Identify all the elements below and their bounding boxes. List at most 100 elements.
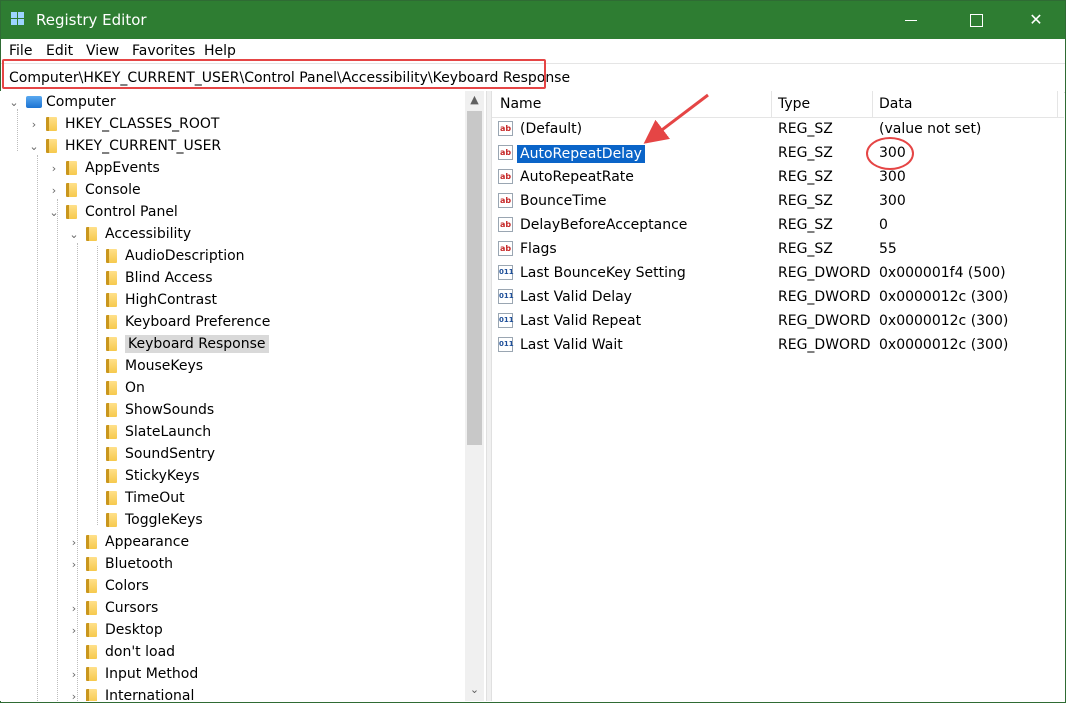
chevron-down-icon[interactable]: ⌄	[48, 206, 60, 219]
value-name: Flags	[520, 241, 557, 257]
close-button[interactable]: ✕	[1013, 1, 1059, 39]
tree-node-stickykeys[interactable]: StickyKeys	[106, 466, 200, 486]
tree-node-international[interactable]: › International	[68, 686, 194, 701]
column-header-type[interactable]: Type	[778, 96, 810, 112]
maximize-button[interactable]	[953, 1, 999, 39]
value-row[interactable]: ab Flags REG_SZ 55	[492, 238, 1064, 262]
value-type: REG_DWORD	[778, 289, 871, 305]
folder-icon	[86, 689, 97, 701]
tree-node-label: HKEY_CURRENT_USER	[65, 138, 222, 154]
value-data: 0x0000012c (300)	[879, 289, 1009, 305]
tree-node-label: Colors	[105, 578, 149, 594]
tree-node-label: Console	[85, 182, 141, 198]
tree-node-cursors[interactable]: › Cursors	[68, 598, 159, 618]
chevron-down-icon[interactable]: ⌄	[28, 140, 40, 153]
scrollbar-thumb[interactable]	[467, 111, 482, 445]
tree-node-label: AppEvents	[85, 160, 160, 176]
tree-node-appearance[interactable]: › Appearance	[68, 532, 189, 552]
column-header-name[interactable]: Name	[500, 96, 541, 112]
value-row-selected[interactable]: ab AutoRepeatDelay REG_SZ 300	[492, 142, 1064, 166]
maximize-icon	[969, 13, 983, 27]
registry-app-icon	[11, 12, 27, 28]
value-type: REG_DWORD	[778, 265, 871, 281]
tree-node-accessibility[interactable]: ⌄ Accessibility	[68, 224, 191, 244]
folder-icon	[86, 601, 97, 615]
tree-node-keyboard-preference[interactable]: Keyboard Preference	[106, 312, 270, 332]
tree-node-computer[interactable]: ⌄ Computer	[8, 92, 115, 112]
minimize-button[interactable]	[888, 1, 934, 39]
chevron-right-icon[interactable]: ›	[28, 118, 40, 131]
tree-node-label: ShowSounds	[125, 402, 215, 418]
value-name: Last Valid Wait	[520, 337, 623, 353]
tree-node-togglekeys[interactable]: ToggleKeys	[106, 510, 203, 530]
tree-node-hkey-current-user[interactable]: ⌄ HKEY_CURRENT_USER	[28, 136, 221, 156]
tree-node-showsounds[interactable]: ShowSounds	[106, 400, 214, 420]
tree-node-audiodescription[interactable]: AudioDescription	[106, 246, 245, 266]
tree-node-label: HKEY_CLASSES_ROOT	[65, 116, 220, 132]
value-type: REG_SZ	[778, 121, 833, 137]
column-header-data[interactable]: Data	[879, 96, 912, 112]
value-row[interactable]: 011 Last Valid Repeat REG_DWORD 0x000001…	[492, 310, 1064, 334]
tree-node-on[interactable]: On	[106, 378, 145, 398]
folder-icon	[106, 271, 117, 285]
folder-icon	[86, 227, 97, 241]
chevron-right-icon[interactable]: ›	[68, 558, 80, 571]
chevron-right-icon[interactable]: ›	[68, 602, 80, 615]
minimize-icon	[905, 19, 917, 21]
tree-node-bluetooth[interactable]: › Bluetooth	[68, 554, 173, 574]
value-row[interactable]: 011 Last BounceKey Setting REG_DWORD 0x0…	[492, 262, 1064, 286]
chevron-down-icon[interactable]: ⌄	[8, 96, 20, 109]
chevron-down-icon[interactable]: ⌄	[68, 228, 80, 241]
tree-node-control-panel[interactable]: ⌄ Control Panel	[48, 202, 178, 222]
tree-node-slatelaunch[interactable]: SlateLaunch	[106, 422, 211, 442]
column-divider[interactable]	[1057, 91, 1058, 117]
menu-help[interactable]: Help	[204, 43, 236, 59]
tree-guide	[17, 109, 18, 151]
tree-node-hkey-classes-root[interactable]: › HKEY_CLASSES_ROOT	[28, 114, 220, 134]
folder-icon	[86, 667, 97, 681]
value-type: REG_SZ	[778, 241, 833, 257]
tree-node-mousekeys[interactable]: MouseKeys	[106, 356, 203, 376]
tree-node-console[interactable]: › Console	[48, 180, 141, 200]
scroll-down-icon[interactable]: ⌄	[465, 681, 484, 699]
chevron-right-icon[interactable]: ›	[48, 184, 60, 197]
tree-node-label: Control Panel	[85, 204, 178, 220]
chevron-right-icon[interactable]: ›	[68, 536, 80, 549]
folder-icon	[106, 491, 117, 505]
tree-node-keyboard-response[interactable]: Keyboard Response	[106, 334, 269, 354]
tree-node-dont-load[interactable]: don't load	[86, 642, 175, 662]
tree-node-input-method[interactable]: › Input Method	[68, 664, 198, 684]
value-row[interactable]: ab BounceTime REG_SZ 300	[492, 190, 1064, 214]
tree-node-highcontrast[interactable]: HighContrast	[106, 290, 217, 310]
tree-node-appevents[interactable]: › AppEvents	[48, 158, 160, 178]
menu-file[interactable]: File	[9, 43, 32, 59]
chevron-right-icon[interactable]: ›	[68, 668, 80, 681]
tree-node-colors[interactable]: Colors	[86, 576, 149, 596]
tree-node-soundsentry[interactable]: SoundSentry	[106, 444, 215, 464]
string-value-icon: ab	[498, 121, 513, 136]
tree-node-blind-access[interactable]: Blind Access	[106, 268, 213, 288]
scroll-up-icon[interactable]: ▲	[465, 91, 484, 109]
value-row[interactable]: ab (Default) REG_SZ (value not set)	[492, 118, 1064, 142]
string-value-icon: ab	[498, 217, 513, 232]
folder-icon	[66, 205, 77, 219]
value-row[interactable]: 011 Last Valid Delay REG_DWORD 0x0000012…	[492, 286, 1064, 310]
chevron-right-icon[interactable]: ›	[68, 624, 80, 637]
menu-view[interactable]: View	[86, 43, 119, 59]
chevron-right-icon[interactable]: ›	[68, 690, 80, 702]
column-divider[interactable]	[872, 91, 873, 117]
value-row[interactable]: 011 Last Valid Wait REG_DWORD 0x0000012c…	[492, 334, 1064, 358]
dword-value-icon: 011	[498, 265, 514, 280]
menu-favorites[interactable]: Favorites	[132, 43, 195, 59]
title-bar[interactable]: Registry Editor ✕	[1, 1, 1065, 39]
menu-edit[interactable]: Edit	[46, 43, 73, 59]
tree-node-desktop[interactable]: › Desktop	[68, 620, 163, 640]
value-name: DelayBeforeAcceptance	[520, 217, 688, 233]
value-row[interactable]: ab AutoRepeatRate REG_SZ 300	[492, 166, 1064, 190]
tree-vertical-scrollbar[interactable]: ▲ ⌄	[465, 91, 484, 701]
tree-node-timeout[interactable]: TimeOut	[106, 488, 185, 508]
column-divider[interactable]	[771, 91, 772, 117]
tree-node-label: ToggleKeys	[125, 512, 203, 528]
chevron-right-icon[interactable]: ›	[48, 162, 60, 175]
value-row[interactable]: ab DelayBeforeAcceptance REG_SZ 0	[492, 214, 1064, 238]
